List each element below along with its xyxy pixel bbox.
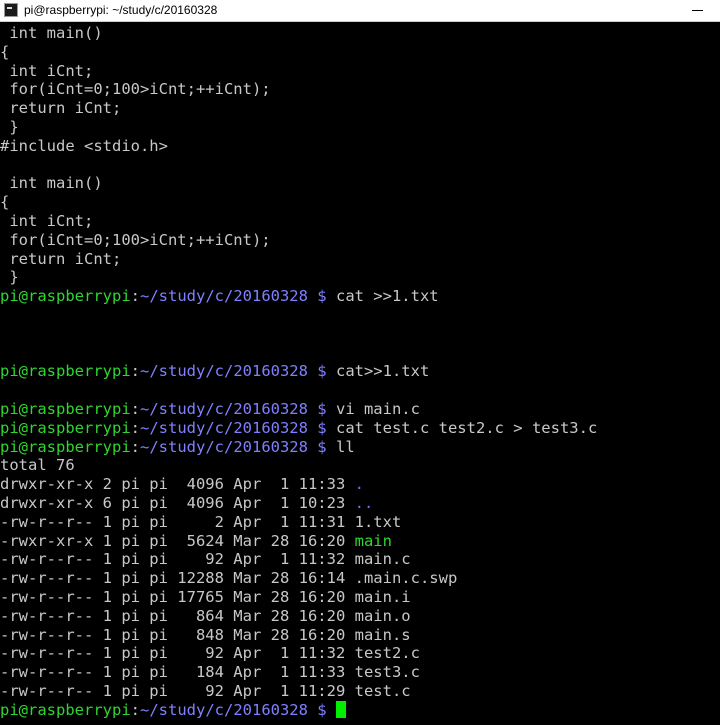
output-line: }: [0, 118, 19, 136]
listing-filename: ..: [354, 494, 374, 512]
listing-filename: main.c: [354, 550, 411, 569]
listing-row: -rw-r--r-- 1 pi pi 12288 Mar 28 16:14 .m…: [0, 569, 457, 588]
command-text: cat>>1.txt: [335, 362, 430, 381]
output-line: for(iCnt=0;100>iCnt;++iCnt);: [0, 80, 271, 99]
output-line: }: [0, 268, 19, 287]
prompt-path: ~/study/c/20160328 $: [140, 437, 327, 456]
terminal-output[interactable]: int main(){ int iCnt; for(iCnt=0;100>iCn…: [0, 23, 720, 725]
listing-meta: -rw-r--r-- 1 pi pi 17765 Mar 28 16:20: [0, 588, 346, 606]
command-text: vi main.c: [335, 400, 420, 418]
prompt-path: ~/study/c/20160328 $: [140, 287, 327, 306]
output-line: total 76: [0, 456, 75, 475]
prompt-line: pi@raspberrypi:~/study/c/20160328 $ vi m…: [0, 400, 420, 419]
output-line: return iCnt;: [0, 249, 122, 268]
listing-meta: -rw-r--r-- 1 pi pi 92 Apr 1 11:32: [0, 644, 346, 663]
prompt-user: pi@raspberrypi: [0, 418, 131, 437]
output-line: {: [0, 193, 10, 212]
listing-meta: -rw-r--r-- 1 pi pi 184 Apr 1 11:33: [0, 663, 346, 682]
listing-meta: -rw-r--r-- 1 pi pi 864 Mar 28 16:20: [0, 606, 346, 625]
command-text: ll: [335, 437, 355, 456]
listing-row: drwxr-xr-x 6 pi pi 4096 Apr 1 10:23 ..: [0, 494, 373, 513]
listing-row: -rw-r--r-- 1 pi pi 92 Apr 1 11:32 main.c: [0, 550, 411, 569]
prompt-line: pi@raspberrypi:~/study/c/20160328 $ cat>…: [0, 362, 429, 381]
prompt-user: pi@raspberrypi: [0, 700, 131, 719]
listing-filename: test.c: [354, 682, 411, 700]
listing-filename: main.s: [354, 625, 411, 644]
listing-meta: -rwxr-xr-x 1 pi pi 5624 Mar 28 16:20: [0, 531, 346, 550]
listing-meta: -rw-r--r-- 1 pi pi 12288 Mar 28 16:14: [0, 569, 346, 588]
output-line: int main(): [0, 174, 103, 193]
listing-meta: drwxr-xr-x 6 pi pi 4096 Apr 1 10:23: [0, 494, 346, 512]
terminal-cursor: [335, 700, 346, 718]
listing-row: -rw-r--r-- 1 pi pi 848 Mar 28 16:20 main…: [0, 626, 411, 645]
listing-filename: test3.c: [354, 663, 420, 682]
listing-row: -rw-r--r-- 1 pi pi 184 Apr 1 11:33 test3…: [0, 663, 420, 682]
prompt-separator: :: [130, 700, 140, 719]
listing-meta: drwxr-xr-x 2 pi pi 4096 Apr 1 11:33: [0, 475, 346, 494]
listing-row: -rw-r--r-- 1 pi pi 92 Apr 1 11:32 test2.…: [0, 644, 420, 663]
listing-filename: test2.c: [354, 644, 420, 663]
output-line: int iCnt;: [0, 61, 94, 80]
prompt-path: ~/study/c/20160328 $: [140, 700, 327, 719]
prompt-line: pi@raspberrypi:~/study/c/20160328 $: [0, 700, 346, 720]
listing-row: -rwxr-xr-x 1 pi pi 5624 Mar 28 16:20 mai…: [0, 532, 392, 551]
prompt-line: pi@raspberrypi:~/study/c/20160328 $ ll: [0, 438, 355, 457]
prompt-path: ~/study/c/20160328 $: [140, 400, 327, 418]
window-title: pi@raspberrypi: ~/study/c/20160328: [24, 3, 218, 17]
output-line: return iCnt;: [0, 99, 122, 118]
listing-meta: -rw-r--r-- 1 pi pi 92 Apr 1 11:29: [0, 682, 346, 700]
prompt-user: pi@raspberrypi: [0, 362, 131, 381]
prompt-user: pi@raspberrypi: [0, 400, 131, 418]
prompt-separator: :: [130, 287, 140, 306]
listing-filename: main: [354, 531, 392, 550]
terminal-icon: [4, 3, 18, 17]
window-titlebar[interactable]: pi@raspberrypi: ~/study/c/20160328: [0, 0, 720, 22]
prompt-separator: :: [130, 362, 140, 381]
prompt-path: ~/study/c/20160328 $: [140, 362, 327, 381]
prompt-path: ~/study/c/20160328 $: [140, 418, 327, 437]
listing-row: -rw-r--r-- 1 pi pi 864 Mar 28 16:20 main…: [0, 607, 411, 626]
prompt-user: pi@raspberrypi: [0, 437, 131, 456]
output-line: {: [0, 42, 10, 61]
output-line: for(iCnt=0;100>iCnt;++iCnt);: [0, 230, 271, 249]
output-line: int iCnt;: [0, 212, 94, 230]
output-line: #include <stdio.h>: [0, 136, 168, 155]
prompt-line: pi@raspberrypi:~/study/c/20160328 $ cat …: [0, 287, 439, 306]
output-line: int main(): [0, 24, 103, 42]
prompt-line: pi@raspberrypi:~/study/c/20160328 $ cat …: [0, 419, 597, 438]
listing-row: -rw-r--r-- 1 pi pi 2 Apr 1 11:31 1.txt: [0, 513, 401, 532]
listing-row: -rw-r--r-- 1 pi pi 17765 Mar 28 16:20 ma…: [0, 588, 411, 607]
listing-row: drwxr-xr-x 2 pi pi 4096 Apr 1 11:33 .: [0, 475, 364, 494]
listing-row: -rw-r--r-- 1 pi pi 92 Apr 1 11:29 test.c: [0, 682, 411, 701]
listing-meta: -rw-r--r-- 1 pi pi 92 Apr 1 11:32: [0, 550, 346, 569]
prompt-separator: :: [130, 400, 140, 418]
prompt-user: pi@raspberrypi: [0, 287, 131, 306]
listing-filename: .main.c.swp: [354, 569, 458, 588]
command-text: cat test.c test2.c > test3.c: [335, 418, 598, 437]
listing-meta: -rw-r--r-- 1 pi pi 848 Mar 28 16:20: [0, 625, 346, 644]
listing-filename: main.i: [354, 588, 411, 606]
minimize-button[interactable]: [684, 0, 716, 21]
prompt-separator: :: [130, 437, 140, 456]
listing-filename: 1.txt: [354, 512, 402, 531]
listing-filename: main.o: [354, 606, 411, 625]
command-text: cat >>1.txt: [335, 287, 439, 306]
listing-filename: .: [354, 475, 364, 494]
prompt-separator: :: [130, 418, 140, 437]
listing-meta: -rw-r--r-- 1 pi pi 2 Apr 1 11:31: [0, 512, 346, 531]
